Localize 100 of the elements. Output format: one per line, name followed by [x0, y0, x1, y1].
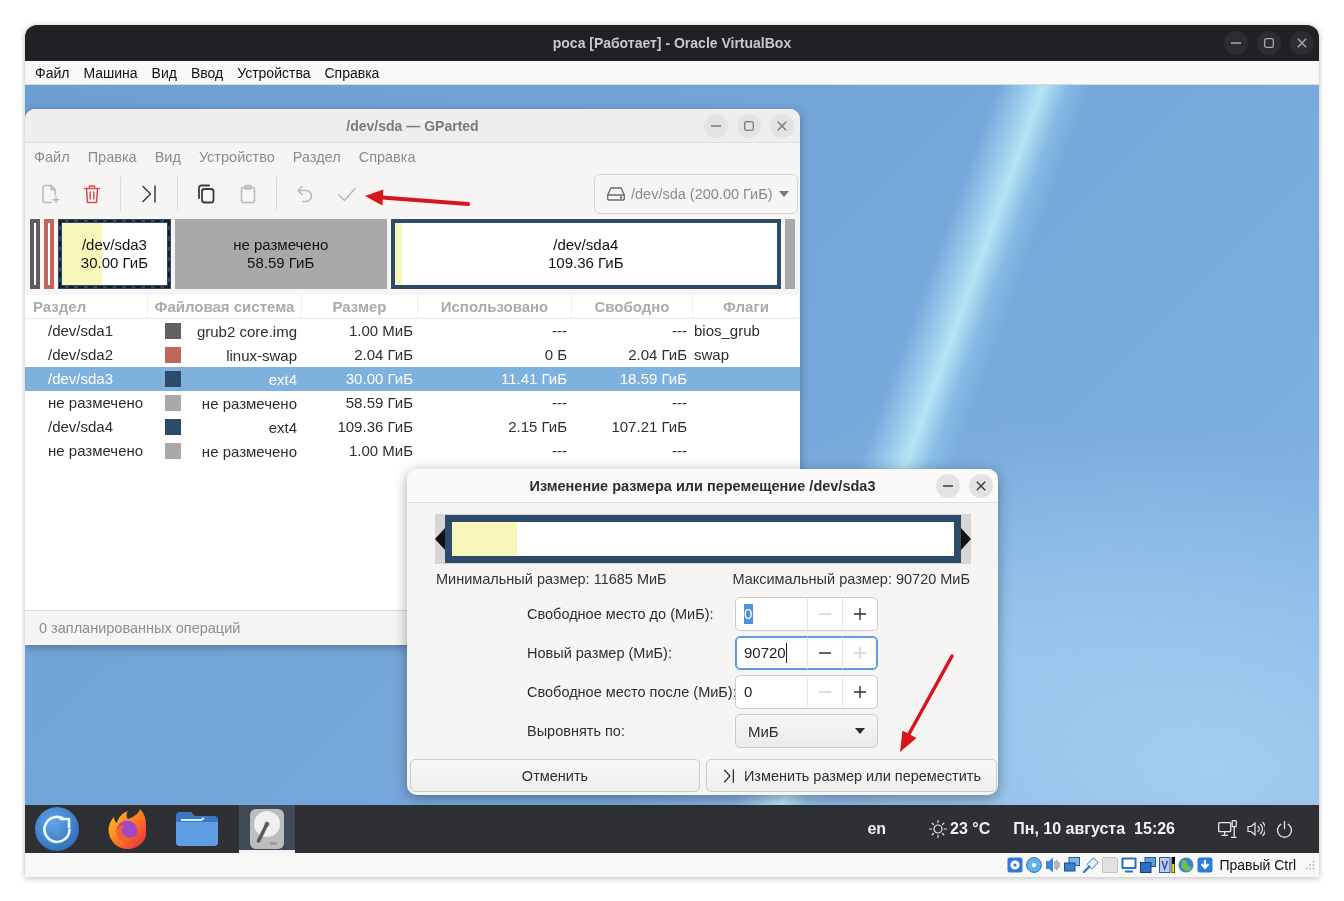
close-button[interactable] [969, 473, 993, 498]
clock-text[interactable]: 15:26 [1134, 820, 1175, 838]
dialog-title: Изменение размера или перемещение /dev/sda3 [529, 477, 876, 494]
plus-icon [854, 608, 866, 620]
window-title: роса [Работает] - Oracle VirtualBox [552, 35, 792, 51]
trash-icon [82, 183, 102, 204]
table-cell-text: linux-swap [225, 346, 297, 364]
resize-grip-icon[interactable] [1305, 860, 1315, 870]
field-label: Новый размер (МиБ): [527, 645, 673, 661]
weather-text[interactable]: 23 °C [950, 820, 991, 838]
maximize-button[interactable] [1257, 31, 1281, 55]
minimize-icon [1231, 42, 1241, 44]
spin-box[interactable]: 0 [735, 675, 878, 709]
optical-disc-icon[interactable] [1026, 857, 1043, 873]
table-cell-text: 18.59 ГиБ [618, 369, 688, 389]
hard-drive-icon [607, 186, 625, 201]
partition-name: /dev/sda4 [553, 236, 619, 254]
minimize-icon [943, 484, 953, 487]
table-cell-text: 2.15 ГиБ [507, 417, 568, 437]
table-cell-text: 30.00 ГиБ [344, 369, 414, 389]
table-cell-text: 2.04 ГиБ [353, 345, 414, 365]
cancel-button[interactable]: Отменить [410, 759, 700, 792]
partition-segment[interactable] [44, 219, 54, 289]
table-cell-text: swap [693, 345, 731, 365]
table-cell-text: --- [551, 321, 568, 341]
minimize-button[interactable] [936, 473, 960, 498]
overlapping-windows-icon[interactable] [1140, 857, 1157, 873]
table-cell-text: ext4 [267, 370, 297, 388]
minimize-button[interactable] [1224, 31, 1248, 55]
minimize-button[interactable] [704, 113, 728, 138]
network-icon[interactable] [1064, 857, 1081, 873]
right-handle-icon[interactable] [961, 528, 971, 550]
maximize-icon [744, 120, 754, 131]
menu-item[interactable]: Ввод [183, 61, 231, 84]
unallocated-segment[interactable]: не размечено 58.59 ГиБ [174, 219, 387, 289]
menu-item[interactable]: Файл [28, 61, 77, 84]
partition-segment[interactable] [30, 219, 40, 289]
table-cell-text: /dev/sda3 [47, 369, 115, 389]
network-icon[interactable] [1218, 820, 1237, 838]
spin-box[interactable]: 90720 [735, 636, 878, 670]
folder-icon [176, 812, 218, 846]
table-cell-text: 1.00 МиБ [347, 441, 414, 461]
field-label: Свободное место до (МиБ): [527, 606, 715, 622]
globe-icon[interactable] [1178, 857, 1195, 873]
undo-icon [295, 183, 315, 204]
table-cell-text: не размечено [47, 441, 145, 461]
partition-name: /dev/sda3 [81, 236, 147, 254]
table-cell-text: 1.00 МиБ [347, 321, 414, 341]
input-field[interactable]: 90720 [736, 637, 807, 669]
menu-item[interactable]: Машина [76, 61, 145, 84]
partition-segment[interactable]: /dev/sda4 109.36 ГиБ [390, 219, 781, 289]
audio-icon[interactable] [1045, 857, 1062, 873]
partition-segment[interactable]: /dev/sda3 30.00 ГиБ [58, 219, 171, 289]
new-document-icon [40, 183, 60, 204]
partition-size: 58.59 ГиБ [247, 254, 315, 272]
table-row[interactable]: /dev/sda2 linux-swap 2.04 ГиБ 0 Б 2.04 ГиБ swap [25, 343, 800, 367]
sun-icon [929, 820, 948, 838]
keyboard-layout[interactable]: en [867, 820, 887, 838]
speaker-icon[interactable] [1247, 821, 1265, 837]
table-cell-text: --- [551, 393, 568, 413]
table-cell-text: не размечено [47, 393, 145, 413]
table-cell-text: --- [551, 441, 568, 461]
clipboard-icon [238, 183, 258, 204]
display-icon[interactable] [1121, 857, 1138, 873]
table-cell-text: 107.21 ГиБ [610, 417, 688, 437]
window-title: /dev/sda — GParted [346, 117, 479, 134]
plus-icon [854, 647, 866, 659]
plus-icon [854, 686, 866, 698]
chip-meter-icon[interactable] [1159, 857, 1176, 873]
size-track[interactable] [452, 522, 954, 556]
minus-icon [819, 691, 831, 693]
table-cell-text: --- [671, 393, 688, 413]
close-button[interactable] [1290, 31, 1314, 55]
taskbar-item[interactable] [239, 805, 295, 853]
input-field[interactable]: 0 [736, 676, 807, 708]
table-cell-text: 109.36 ГиБ [336, 417, 414, 437]
left-handle-icon[interactable] [435, 528, 445, 550]
chevron-bar-icon [721, 768, 736, 783]
close-icon [976, 480, 986, 491]
table-row[interactable]: /dev/sda4 ext4 109.36 ГиБ 2.15 ГиБ 107.21 ГиБ [25, 415, 800, 439]
menu-item[interactable]: Вид [144, 61, 184, 84]
table-cell-text: bios_grub [693, 321, 761, 341]
date-text[interactable]: Пн, 10 августа [1013, 820, 1126, 838]
maximize-button[interactable] [737, 113, 761, 138]
table-cell-text: --- [671, 441, 688, 461]
resize-button[interactable]: Изменить размер или переместить [706, 759, 997, 792]
menu-item[interactable]: Справка [317, 61, 387, 84]
menu-item[interactable]: Устройства [230, 61, 318, 84]
partition-size: 109.36 ГиБ [548, 254, 624, 272]
minus-icon [819, 652, 831, 654]
max-size-label: Максимальный размер: 90720 МиБ [732, 570, 970, 587]
host-key-label: Правый Ctrl [1219, 857, 1296, 873]
table-row[interactable]: не размечено не размечено 58.59 ГиБ --- --- [25, 391, 800, 415]
dropdown[interactable]: МиБ [735, 714, 878, 748]
min-size-label: Минимальный размер: 11685 МиБ [436, 570, 667, 587]
status-text: 0 запланированных операций [39, 620, 241, 636]
power-icon[interactable] [1276, 820, 1293, 838]
table-row[interactable]: не размечено не размечено 1.00 МиБ --- --- [25, 439, 800, 463]
usb-icon[interactable] [1083, 857, 1100, 873]
table-row[interactable]: /dev/sda1 grub2 core.img 1.00 МиБ --- --- bios_grub [25, 319, 800, 343]
